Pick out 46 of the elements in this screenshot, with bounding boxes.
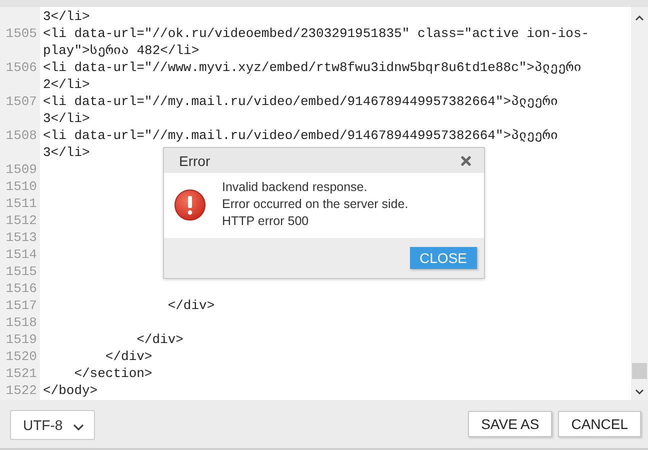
chevron-down-icon — [72, 424, 84, 431]
error-message: HTTP error 500 — [222, 213, 310, 230]
line-number: 1511 — [6, 196, 37, 211]
scroll-up-icon[interactable] — [635, 15, 644, 21]
line-number: 1516 — [6, 281, 37, 296]
code-line: <li data-url="//my.mail.ru/video/embed/9146789449957382664">პლეერი — [43, 128, 558, 143]
line-number: 1522 — [6, 383, 37, 398]
code-line: 3</li> — [43, 9, 90, 24]
line-number: 1514 — [6, 247, 37, 262]
dialog-title: Error — [179, 152, 210, 168]
scroll-thumb[interactable] — [632, 363, 647, 379]
line-number: 1515 — [6, 264, 37, 279]
code-line: </section> — [73, 366, 152, 381]
save-as-button[interactable]: SAVE AS — [468, 411, 552, 437]
encoding-select[interactable]: UTF-8 — [10, 410, 95, 440]
line-number: 1512 — [6, 213, 37, 228]
line-number: 1521 — [6, 366, 37, 381]
line-number: 1520 — [6, 349, 37, 364]
code-line: <li data-url="//ok.ru/videoembed/2303291951835" class="active ion-ios- — [43, 26, 590, 41]
line-number: 1506 — [6, 60, 37, 75]
line-number: 1507 — [6, 94, 37, 109]
error-icon — [174, 188, 206, 220]
line-number: 1513 — [6, 230, 37, 245]
line-number: 1510 — [6, 179, 37, 194]
code-line: <li data-url="//www.myvi.xyz/embed/rtw8fwu3idnw5bqr8u6td1e88c">პლეერი — [43, 60, 582, 75]
code-line: </div> — [104, 349, 152, 364]
cancel-button[interactable]: CANCEL — [558, 411, 641, 437]
line-number: 1505 — [6, 26, 37, 41]
line-number: 1517 — [6, 298, 37, 313]
scrollbar[interactable] — [631, 7, 648, 400]
line-number: 1518 — [6, 315, 37, 330]
error-message: Error occurred on the server side. — [222, 196, 408, 213]
code-line: play">სერია 482</li> — [43, 43, 200, 58]
code-line: </body> — [43, 383, 98, 398]
code-line: 3</li> — [43, 145, 90, 160]
line-number: 1519 — [6, 332, 37, 347]
scroll-down-icon[interactable] — [635, 389, 644, 395]
line-number: 1509 — [6, 162, 37, 177]
code-line: </div> — [166, 298, 215, 313]
code-line: 3</li> — [43, 111, 90, 126]
code-line: </div> — [136, 332, 184, 347]
error-message: Invalid backend response. — [222, 179, 368, 196]
line-number: 1508 — [6, 128, 37, 143]
code-line: <li data-url="//my.mail.ru/video/embed/9146789449957382664">პლეერი — [43, 94, 558, 109]
code-line: 2</li> — [43, 77, 90, 92]
close-icon[interactable] — [461, 156, 471, 166]
